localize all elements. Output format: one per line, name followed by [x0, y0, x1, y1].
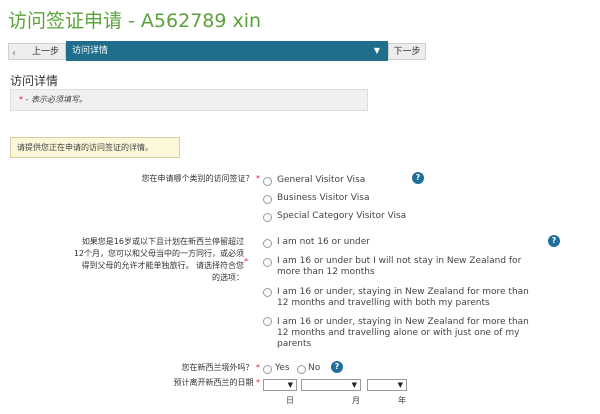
age-question-line: 如果您是16岁或以下且计划在新西兰停留超过: [81, 237, 244, 246]
info-message: 请提供您正在申请的访问签证的详情。: [10, 137, 180, 158]
radio-16-both-parents[interactable]: [263, 288, 272, 297]
help-icon[interactable]: ?: [412, 172, 424, 184]
page-title: 访问签证申请 - A562789 xin: [8, 10, 262, 32]
chevron-down-icon: ▼: [287, 381, 293, 389]
option-yes: Yes: [275, 363, 290, 373]
option-line: I am 16 or under, staying in New Zealand…: [277, 317, 529, 327]
required-star: *: [256, 174, 260, 183]
departure-date-label: 预计离开新西兰的日期 *: [110, 377, 260, 389]
option-16-not-staying: I am 16 or under but I will not stay in …: [277, 256, 521, 278]
day-select[interactable]: ▼: [263, 379, 297, 391]
option-line: 12 months and travelling alone or with j…: [277, 328, 520, 338]
option-line: 12 months and travelling with both my pa…: [277, 298, 490, 308]
step-select-dropdown[interactable]: 访问详情 ▼: [66, 41, 388, 61]
option-business-visitor: Business Visitor Visa: [277, 193, 370, 203]
day-caption: 日: [286, 396, 294, 405]
option-not-16-or-under: I am not 16 or under: [277, 237, 370, 248]
radio-outside-no[interactable]: [297, 365, 306, 374]
option-line: more than 12 months: [277, 267, 375, 277]
radio-not-16-or-under[interactable]: [263, 239, 272, 248]
option-line: parents: [277, 339, 312, 349]
next-step-button[interactable]: 下一步: [388, 43, 426, 60]
step-navigation: ‹ 上一步 访问详情 ▼ 下一步: [8, 40, 426, 62]
required-star: *: [244, 256, 256, 268]
option-line: I am 16 or under but I will not stay in …: [277, 256, 522, 266]
option-line: I am 16 or under, staying in New Zealand…: [277, 287, 529, 297]
previous-step-label: 上一步: [31, 47, 59, 57]
option-special-category: Special Category Visitor Visa: [277, 211, 407, 221]
option-line: I am not 16 or under: [277, 237, 370, 247]
option-no: No: [308, 363, 321, 373]
help-icon[interactable]: ?: [331, 361, 343, 373]
section-title: 访问详情: [10, 74, 59, 88]
radio-16-not-staying[interactable]: [263, 258, 272, 267]
chevron-down-icon: ▼: [397, 381, 403, 389]
visa-category-label: 您在申请哪个类别的访问签证？ *: [60, 173, 260, 185]
chevron-left-icon: ‹: [12, 48, 16, 59]
option-general-visitor: General Visitor Visa: [277, 175, 366, 185]
radio-16-alone-or-one-parent[interactable]: [263, 317, 272, 326]
option-16-both-parents: I am 16 or under, staying in New Zealand…: [277, 287, 529, 309]
required-star: *: [256, 378, 260, 387]
required-note-text: - 表示必须填写。: [23, 95, 87, 104]
month-select[interactable]: ▼: [301, 379, 361, 391]
radio-general-visitor[interactable]: [263, 177, 272, 186]
previous-step-button[interactable]: ‹ 上一步: [8, 43, 66, 60]
radio-special-category[interactable]: [263, 213, 272, 222]
current-step-label: 访问详情: [72, 46, 109, 56]
outside-nz-label-text: 您在新西兰境外吗？: [181, 363, 254, 372]
help-icon[interactable]: ?: [548, 235, 560, 247]
age-question-label: 如果您是16岁或以下且计划在新西兰停留超过 12个月，您可以和父母当中的一方同行…: [40, 236, 244, 272]
year-select[interactable]: ▼: [367, 379, 407, 391]
radio-business-visitor[interactable]: [263, 195, 272, 204]
required-star-mark: *: [244, 257, 248, 266]
age-question-line: 12个月，您可以和父母当中的一方同行，或必须: [73, 249, 244, 258]
year-caption: 年: [398, 396, 406, 405]
chevron-down-icon: ▼: [373, 46, 380, 55]
age-question-label-end: 的选项：: [190, 272, 244, 284]
outside-nz-label: 您在新西兰境外吗？ *: [120, 362, 260, 374]
required-fields-note: * - 表示必须填写。: [10, 89, 368, 111]
visa-category-label-text: 您在申请哪个类别的访问签证？: [141, 174, 254, 183]
departure-date-label-text: 预计离开新西兰的日期: [173, 378, 254, 387]
chevron-down-icon: ▼: [351, 381, 357, 389]
required-star: *: [256, 363, 260, 372]
age-question-line: 的选项：: [212, 273, 244, 282]
age-question-line: 得到父母的允许才能单独旅行。 请选择符合您: [81, 261, 244, 270]
month-caption: 月: [352, 396, 360, 405]
radio-outside-yes[interactable]: [263, 365, 272, 374]
option-16-alone-or-one-parent: I am 16 or under, staying in New Zealand…: [277, 317, 529, 350]
